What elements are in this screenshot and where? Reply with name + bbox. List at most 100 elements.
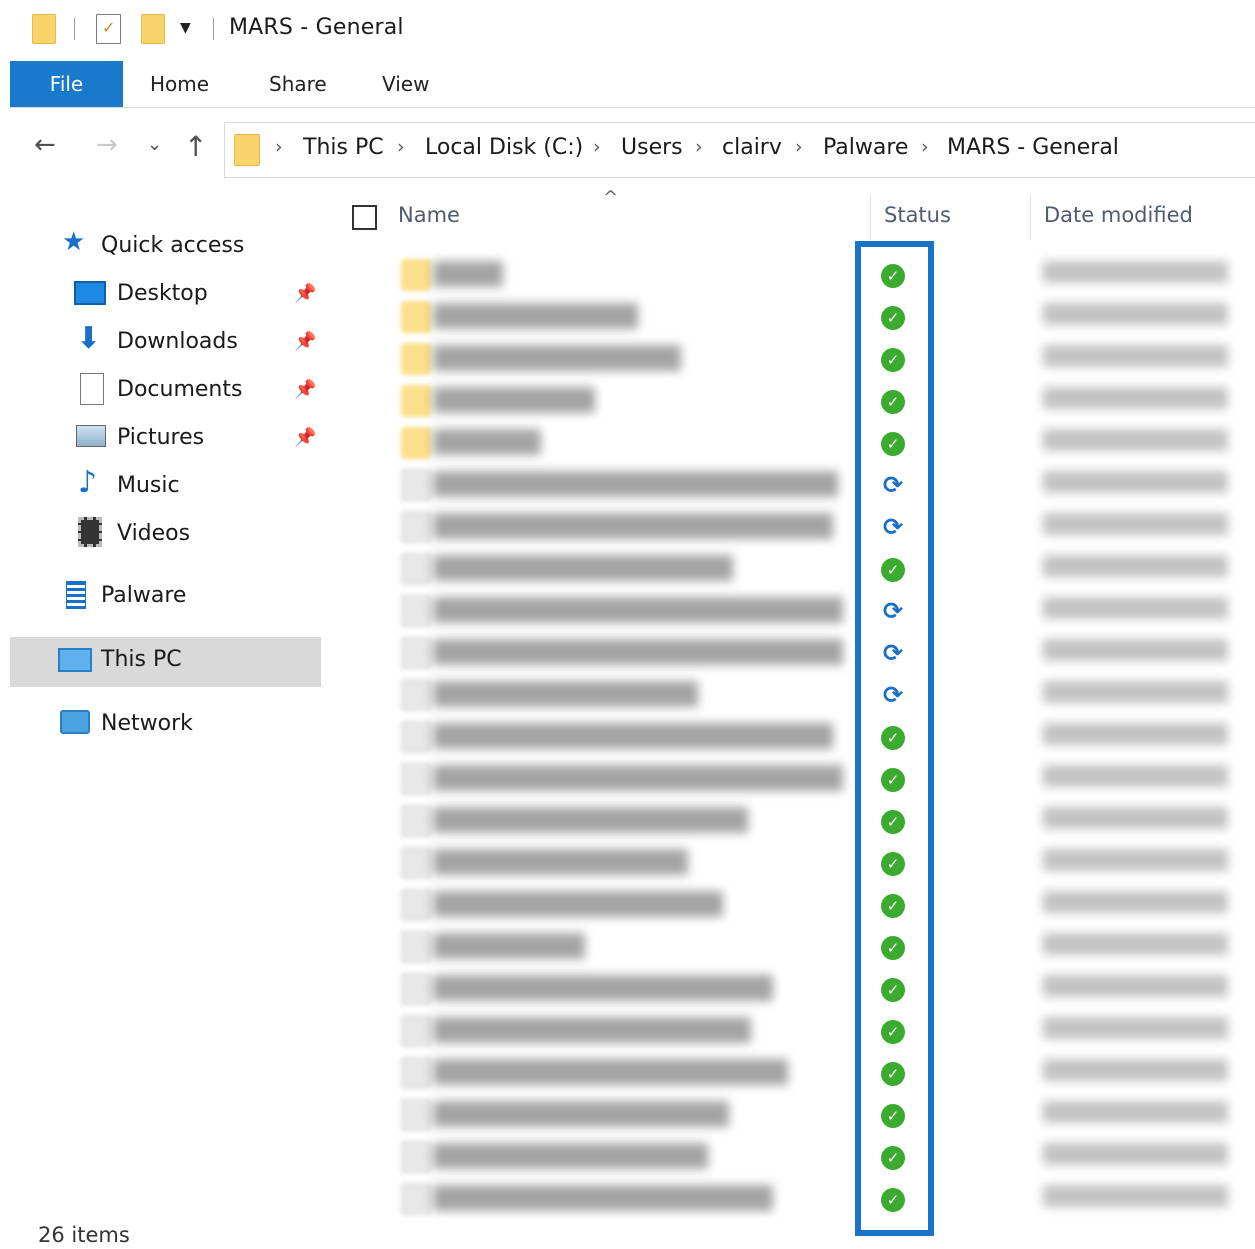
select-all-checkbox[interactable] bbox=[352, 205, 377, 230]
folder-icon[interactable] bbox=[32, 14, 56, 44]
column-separator[interactable] bbox=[870, 196, 871, 240]
file-name-redacted bbox=[433, 1143, 708, 1169]
file-row[interactable]: ✓ bbox=[395, 297, 1255, 339]
network-icon bbox=[60, 710, 90, 734]
computer-icon bbox=[58, 648, 92, 672]
file-row[interactable]: ✓ bbox=[395, 1137, 1255, 1179]
nav-downloads[interactable]: ⬇ Downloads 📌 bbox=[10, 319, 322, 367]
address-bar[interactable]: › This PC › Local Disk (C:) › Users › cl… bbox=[224, 122, 1255, 178]
file-name-redacted bbox=[433, 765, 843, 791]
breadcrumb-users[interactable]: Users bbox=[621, 135, 683, 160]
column-separator[interactable] bbox=[1030, 196, 1031, 240]
navigation-bar: ← → ⌄ ↑ › This PC › Local Disk (C:) › Us… bbox=[0, 120, 1255, 180]
file-row[interactable]: ✓ bbox=[395, 885, 1255, 927]
file-row[interactable]: ✓ bbox=[395, 381, 1255, 423]
pin-icon[interactable]: 📌 bbox=[294, 331, 316, 352]
customize-toolbar-icon[interactable]: ▼ bbox=[180, 20, 191, 36]
column-status[interactable]: Status bbox=[884, 203, 951, 227]
breadcrumb-this-pc[interactable]: This PC bbox=[303, 135, 384, 160]
pin-icon[interactable]: 📌 bbox=[294, 283, 316, 304]
breadcrumb-local-disk[interactable]: Local Disk (C:) bbox=[425, 135, 583, 160]
file-icon bbox=[401, 931, 431, 963]
file-row[interactable]: ✓ bbox=[395, 717, 1255, 759]
file-row[interactable]: ✓ bbox=[395, 339, 1255, 381]
file-row[interactable]: ✓ bbox=[395, 423, 1255, 465]
file-row[interactable]: ✓ bbox=[395, 1011, 1255, 1053]
breadcrumb-chevron-icon[interactable]: › bbox=[695, 136, 703, 158]
nav-pictures[interactable]: Pictures 📌 bbox=[10, 415, 322, 463]
nav-this-pc[interactable]: This PC bbox=[10, 637, 321, 687]
file-row[interactable]: ✓ bbox=[395, 969, 1255, 1011]
tab-home[interactable]: Home bbox=[150, 61, 209, 107]
breadcrumb-chevron-icon[interactable]: › bbox=[275, 136, 283, 158]
synced-check-icon: ✓ bbox=[881, 726, 905, 750]
file-row[interactable]: ✓ bbox=[395, 1095, 1255, 1137]
nav-music[interactable]: ♪ Music bbox=[10, 463, 322, 511]
file-row[interactable]: ⟳ bbox=[395, 591, 1255, 633]
nav-desktop[interactable]: Desktop 📌 bbox=[10, 271, 322, 319]
file-date-redacted bbox=[1043, 723, 1228, 745]
nav-quick-access[interactable]: ★ Quick access bbox=[10, 223, 322, 271]
synced-check-icon: ✓ bbox=[881, 1104, 905, 1128]
nav-network[interactable]: Network bbox=[10, 701, 322, 749]
new-folder-icon[interactable] bbox=[141, 14, 165, 44]
pin-icon[interactable]: 📌 bbox=[294, 379, 316, 400]
nav-documents[interactable]: Documents 📌 bbox=[10, 367, 322, 415]
file-name-redacted bbox=[433, 1101, 729, 1127]
file-row[interactable]: ✓ bbox=[395, 843, 1255, 885]
breadcrumb-chevron-icon[interactable]: › bbox=[593, 136, 601, 158]
file-row[interactable]: ✓ bbox=[395, 801, 1255, 843]
file-icon bbox=[401, 889, 431, 921]
synced-check-icon: ✓ bbox=[881, 558, 905, 582]
pin-icon[interactable]: 📌 bbox=[294, 427, 316, 448]
breadcrumb-clairv[interactable]: clairv bbox=[722, 135, 782, 160]
nav-label: Pictures bbox=[117, 425, 205, 450]
star-icon: ★ bbox=[62, 227, 86, 257]
up-arrow-icon[interactable]: ↑ bbox=[184, 130, 207, 163]
tab-view[interactable]: View bbox=[382, 61, 429, 107]
file-row[interactable]: ✓ bbox=[395, 255, 1255, 297]
file-name-redacted bbox=[433, 975, 773, 1001]
file-row[interactable]: ✓ bbox=[395, 549, 1255, 591]
back-arrow-icon[interactable]: ← bbox=[34, 130, 56, 160]
file-row[interactable]: ⟳ bbox=[395, 465, 1255, 507]
file-name-redacted bbox=[433, 555, 733, 581]
file-row[interactable]: ⟳ bbox=[395, 675, 1255, 717]
sort-ascending-icon: ^ bbox=[603, 187, 619, 208]
synced-check-icon: ✓ bbox=[881, 894, 905, 918]
forward-arrow-icon[interactable]: → bbox=[96, 130, 118, 160]
synced-check-icon: ✓ bbox=[881, 1062, 905, 1086]
tab-share[interactable]: Share bbox=[269, 61, 327, 107]
file-row[interactable]: ✓ bbox=[395, 1053, 1255, 1095]
recent-locations-chevron-icon[interactable]: ⌄ bbox=[147, 134, 162, 155]
breadcrumb-chevron-icon[interactable]: › bbox=[795, 136, 803, 158]
file-date-redacted bbox=[1043, 429, 1228, 451]
file-name-redacted bbox=[433, 639, 843, 665]
file-row[interactable]: ✓ bbox=[395, 759, 1255, 801]
column-name[interactable]: Name bbox=[398, 203, 460, 227]
column-header: ^ Name Status Date modified bbox=[340, 187, 1255, 242]
file-icon bbox=[401, 469, 431, 501]
file-row[interactable]: ✓ bbox=[395, 927, 1255, 969]
nav-palware[interactable]: Palware bbox=[10, 573, 322, 621]
folder-icon bbox=[401, 427, 431, 459]
file-date-redacted bbox=[1043, 933, 1228, 955]
properties-icon[interactable]: ✓ bbox=[96, 14, 121, 44]
breadcrumb-palware[interactable]: Palware bbox=[823, 135, 908, 160]
breadcrumb-chevron-icon[interactable]: › bbox=[921, 136, 929, 158]
breadcrumb-chevron-icon[interactable]: › bbox=[397, 136, 405, 158]
file-row[interactable]: ✓ bbox=[395, 1179, 1255, 1221]
nav-label: This PC bbox=[101, 647, 182, 672]
file-icon bbox=[401, 511, 431, 543]
file-date-redacted bbox=[1043, 639, 1228, 661]
nav-videos[interactable]: Videos bbox=[10, 511, 322, 559]
file-date-redacted bbox=[1043, 807, 1228, 829]
file-row[interactable]: ⟳ bbox=[395, 507, 1255, 549]
file-name-redacted bbox=[433, 471, 838, 497]
window-title: MARS - General bbox=[229, 15, 404, 40]
file-row[interactable]: ⟳ bbox=[395, 633, 1255, 675]
tab-file[interactable]: File bbox=[10, 61, 123, 107]
nav-label: Network bbox=[101, 711, 193, 736]
column-date-modified[interactable]: Date modified bbox=[1044, 203, 1193, 227]
breadcrumb-mars-general[interactable]: MARS - General bbox=[947, 135, 1119, 160]
